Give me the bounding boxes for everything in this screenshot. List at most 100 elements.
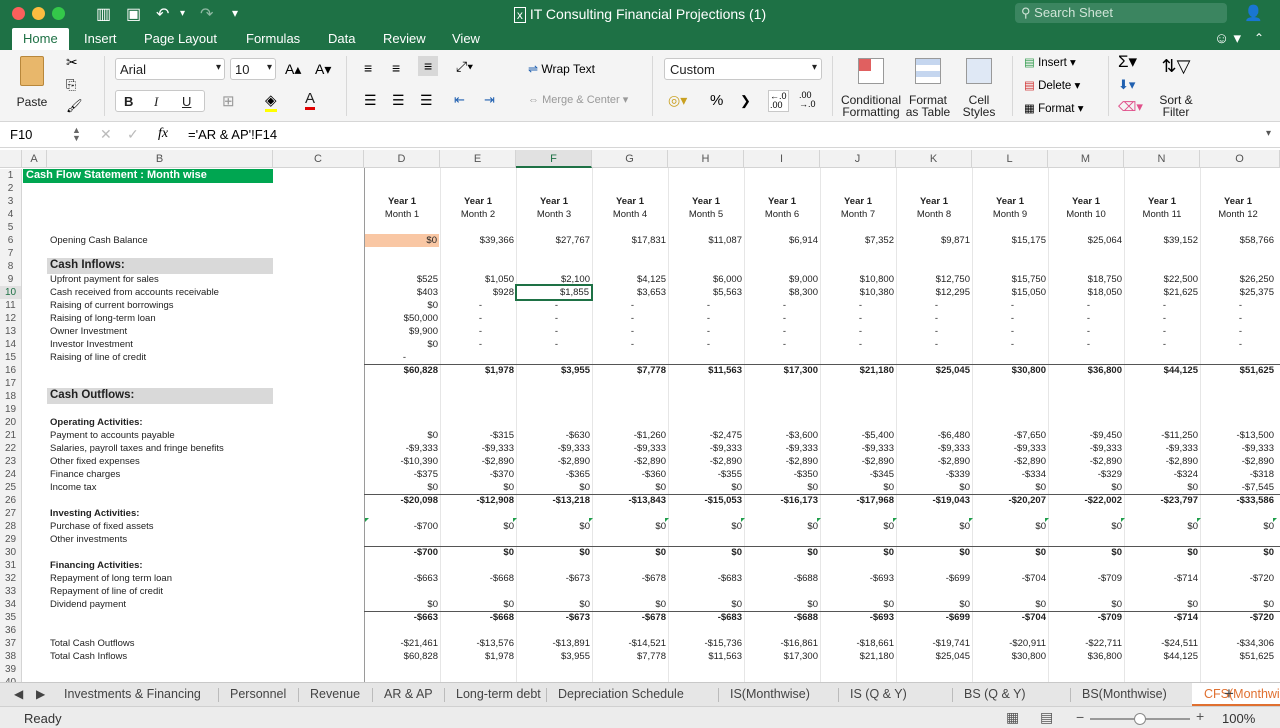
data-cell[interactable]: $60,828 <box>366 650 438 663</box>
data-cell[interactable]: $36,800 <box>1050 650 1122 663</box>
data-cell[interactable]: - <box>974 299 1014 312</box>
data-cell[interactable]: - <box>746 325 786 338</box>
data-cell[interactable]: -$339 <box>898 468 970 481</box>
data-cell[interactable]: -$2,890 <box>822 455 894 468</box>
data-cell[interactable]: $0 <box>1202 598 1274 611</box>
data-cell[interactable]: - <box>822 312 862 325</box>
data-cell[interactable]: -$7,545 <box>1202 481 1274 494</box>
data-cell[interactable]: - <box>898 325 938 338</box>
zoom-slider-thumb[interactable] <box>1134 713 1146 725</box>
data-cell[interactable]: $0 <box>822 598 894 611</box>
row-header[interactable]: 35 <box>0 611 22 624</box>
row-label[interactable]: Investor Investment <box>50 338 133 351</box>
name-box[interactable]: F10 <box>10 127 32 142</box>
data-cell[interactable]: $0 <box>822 481 894 494</box>
data-cell[interactable]: -$688 <box>746 611 818 624</box>
data-cell[interactable]: $6,914 <box>746 234 818 247</box>
accounting-format-icon[interactable]: ◎▾ <box>668 92 687 109</box>
data-cell[interactable]: - <box>1126 299 1166 312</box>
insert-cells-button[interactable]: ▤ Insert ▾ <box>1024 55 1076 69</box>
tab-data[interactable]: Data <box>328 31 355 46</box>
data-cell[interactable]: -$2,475 <box>670 429 742 442</box>
normal-view-icon[interactable]: ▦ <box>1006 709 1019 726</box>
sheet-tab[interactable]: Revenue <box>310 687 360 701</box>
row-label[interactable]: Opening Cash Balance <box>50 234 148 247</box>
increase-decimal-icon[interactable]: ←.0.00 <box>768 90 789 112</box>
data-cell[interactable]: -$2,890 <box>442 455 514 468</box>
data-cell[interactable]: - <box>670 299 710 312</box>
data-cell[interactable]: $0 <box>974 546 1046 559</box>
data-cell[interactable]: - <box>1202 338 1242 351</box>
row-label[interactable]: Repayment of long term loan <box>50 572 172 585</box>
data-cell[interactable]: - <box>594 338 634 351</box>
row-label[interactable]: Raising of line of credit <box>50 351 146 364</box>
row-header[interactable]: 33 <box>0 585 22 598</box>
data-cell[interactable]: $0 <box>974 598 1046 611</box>
data-cell[interactable]: $0 <box>366 429 438 442</box>
column-header-g[interactable]: G <box>592 150 668 168</box>
column-month-label[interactable]: Month 6 <box>744 208 820 221</box>
align-middle-icon[interactable]: ≡ <box>392 60 400 76</box>
data-cell[interactable]: - <box>1050 325 1090 338</box>
data-cell[interactable]: -$3,600 <box>746 429 818 442</box>
data-cell[interactable]: $7,778 <box>594 364 666 377</box>
data-cell[interactable]: $0 <box>442 546 514 559</box>
row-header[interactable]: 27 <box>0 507 22 520</box>
cut-icon[interactable]: ✂ <box>66 54 78 71</box>
data-cell[interactable]: $18,750 <box>1050 273 1122 286</box>
row-header[interactable]: 5 <box>0 221 22 234</box>
confirm-formula-icon[interactable]: ✓ <box>127 126 139 143</box>
data-cell[interactable]: $0 <box>594 520 666 533</box>
data-cell[interactable]: -$2,890 <box>974 455 1046 468</box>
row-header[interactable]: 23 <box>0 455 22 468</box>
data-cell[interactable]: -$13,218 <box>518 494 590 507</box>
column-header-f[interactable]: F <box>516 150 592 168</box>
data-cell[interactable]: $0 <box>366 481 438 494</box>
page-layout-view-icon[interactable]: ▤ <box>1040 709 1053 726</box>
column-header-n[interactable]: N <box>1124 150 1200 168</box>
data-cell[interactable]: -$2,890 <box>1050 455 1122 468</box>
data-cell[interactable]: - <box>366 351 406 364</box>
column-header-d[interactable]: D <box>364 150 440 168</box>
section-header[interactable]: Cash Inflows: <box>50 259 125 272</box>
row-label[interactable]: Payment to accounts payable <box>50 429 175 442</box>
data-cell[interactable]: $15,175 <box>974 234 1046 247</box>
row-label[interactable]: Total Cash Outflows <box>50 637 134 650</box>
row-header[interactable]: 31 <box>0 559 22 572</box>
data-cell[interactable]: -$9,333 <box>670 442 742 455</box>
data-cell[interactable]: - <box>518 299 558 312</box>
align-top-icon[interactable]: ≡ <box>364 60 372 76</box>
column-month-label[interactable]: Month 2 <box>440 208 516 221</box>
data-cell[interactable]: $7,352 <box>822 234 894 247</box>
column-header-e[interactable]: E <box>440 150 516 168</box>
data-cell[interactable]: $30,800 <box>974 650 1046 663</box>
data-cell[interactable]: -$34,306 <box>1202 637 1274 650</box>
data-cell[interactable]: - <box>898 312 938 325</box>
clear-eraser-icon[interactable]: ⌫▾ <box>1118 99 1143 115</box>
data-cell[interactable]: $0 <box>442 520 514 533</box>
cell-styles-button[interactable]: Cell Styles <box>956 58 1002 118</box>
orientation-icon[interactable]: ⤢▾ <box>456 58 473 75</box>
data-cell[interactable]: $7,778 <box>594 650 666 663</box>
data-cell[interactable]: -$683 <box>670 611 742 624</box>
increase-font-icon[interactable]: A▴ <box>285 61 301 78</box>
data-cell[interactable]: -$9,333 <box>594 442 666 455</box>
scroll-right-icon[interactable]: ▶ <box>36 687 45 701</box>
data-cell[interactable]: $928 <box>442 286 514 299</box>
data-cell[interactable]: -$673 <box>518 611 590 624</box>
zoom-in-icon[interactable]: + <box>1196 708 1204 724</box>
data-cell[interactable]: $9,871 <box>898 234 970 247</box>
data-cell[interactable]: -$9,333 <box>822 442 894 455</box>
data-cell[interactable]: -$21,461 <box>366 637 438 650</box>
row-header[interactable]: 3 <box>0 195 22 208</box>
data-cell[interactable]: - <box>746 338 786 351</box>
data-cell[interactable]: $0 <box>746 546 818 559</box>
data-cell[interactable]: -$700 <box>366 520 438 533</box>
bold-button[interactable]: B <box>124 94 133 109</box>
fill-color-icon[interactable]: ◈ <box>265 91 277 112</box>
data-cell[interactable]: -$9,333 <box>974 442 1046 455</box>
data-cell[interactable]: $0 <box>1126 481 1198 494</box>
data-cell[interactable]: - <box>670 325 710 338</box>
data-cell[interactable]: $0 <box>974 520 1046 533</box>
data-cell[interactable]: -$678 <box>594 572 666 585</box>
